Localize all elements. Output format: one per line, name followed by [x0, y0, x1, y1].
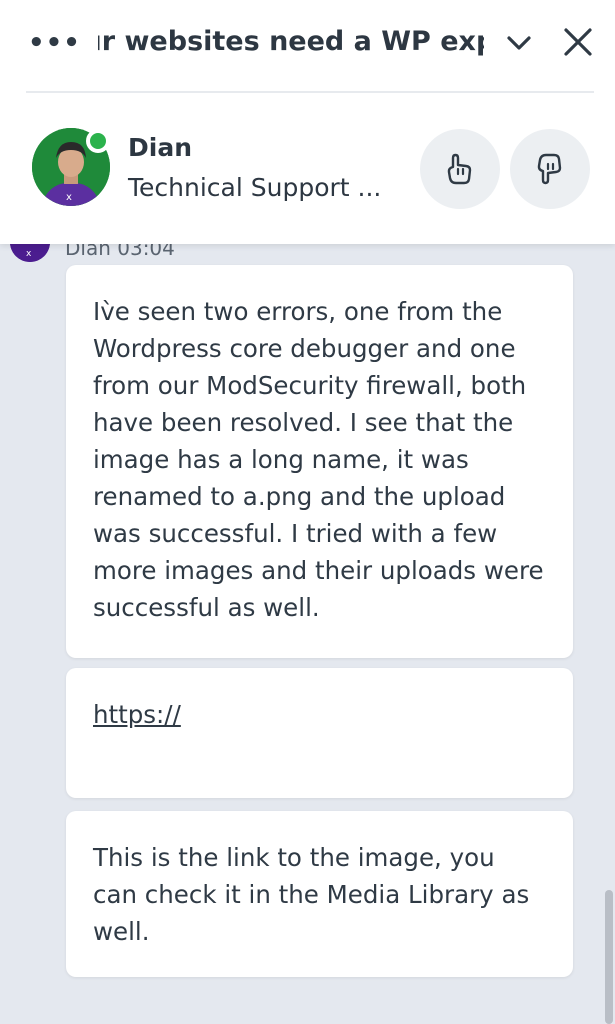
- top-bar: ••• our websites need a WP expert: [0, 0, 615, 92]
- message-bubble: This is the link to the image, you can c…: [66, 811, 573, 977]
- message-bubble-link: https://: [66, 668, 573, 798]
- message-text: This is the link to the image, you can c…: [93, 843, 530, 946]
- thumbs-down-icon: [537, 153, 562, 185]
- conversation-title: our websites need a WP expert: [98, 26, 484, 57]
- message-text: Iv̀e seen two errors, one from the Wordp…: [93, 297, 544, 622]
- chat-scrollbar[interactable]: [605, 890, 613, 1024]
- chevron-down-icon: [507, 36, 531, 50]
- svg-text:x: x: [66, 192, 72, 203]
- message-avatar: x: [10, 244, 50, 262]
- agent-name: Dian: [128, 133, 192, 162]
- close-button[interactable]: [560, 24, 596, 60]
- chat-header: ••• our websites need a WP expert: [0, 0, 615, 244]
- online-status-indicator: [86, 129, 110, 153]
- message-meta: Dian 03:04: [65, 244, 175, 260]
- message-link[interactable]: https://: [93, 700, 181, 729]
- collapse-button[interactable]: [504, 28, 534, 58]
- message-bubble: Iv̀e seen two errors, one from the Wordp…: [66, 265, 573, 658]
- thumbs-up-icon: [447, 153, 472, 185]
- close-icon: [564, 28, 592, 56]
- conversation-title-container: our websites need a WP expert: [98, 20, 484, 70]
- chat-messages[interactable]: x Dian 03:04 Iv̀e seen two errors, one f…: [0, 244, 615, 1024]
- agent-info: x Dian Technical Support ...: [0, 93, 615, 244]
- agent-role: Technical Support ...: [128, 173, 382, 202]
- more-options-button[interactable]: •••: [28, 28, 80, 58]
- rate-negative-button[interactable]: [510, 129, 590, 209]
- rate-positive-button[interactable]: [420, 129, 500, 209]
- svg-text:x: x: [26, 249, 32, 259]
